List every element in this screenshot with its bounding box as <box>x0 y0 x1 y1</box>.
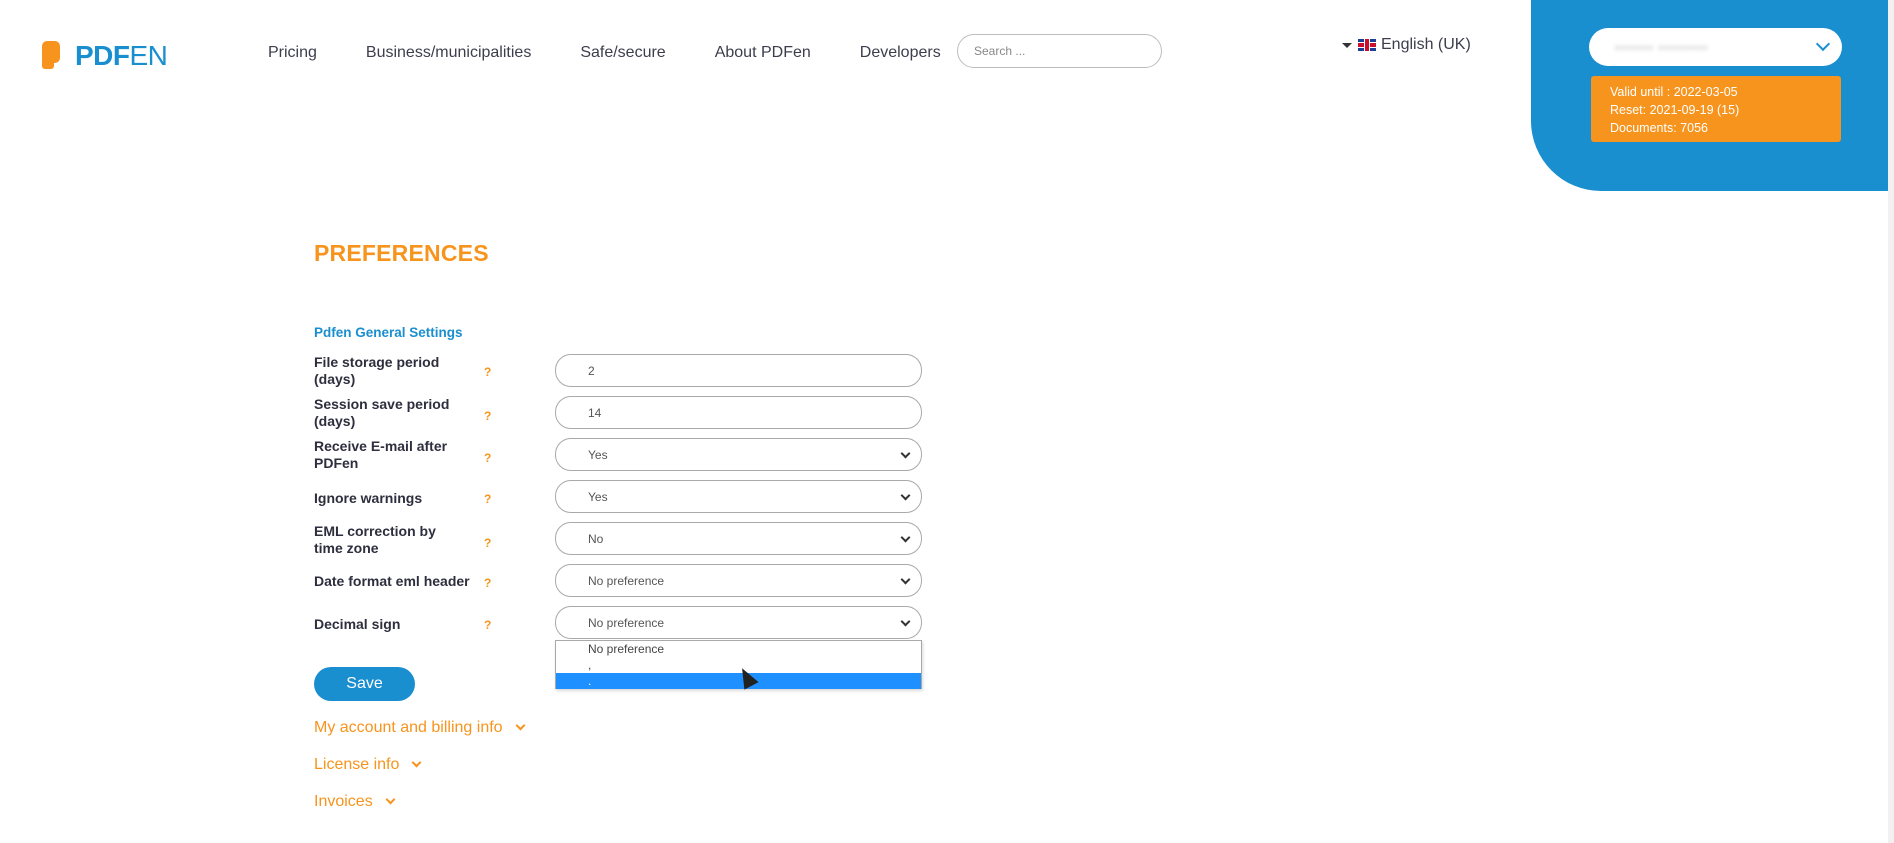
session-save-input[interactable]: 14 <box>555 396 922 429</box>
language-label: English (UK) <box>1381 36 1471 53</box>
setting-label: Ignore warnings <box>314 490 423 506</box>
help-icon[interactable]: ? <box>484 365 491 379</box>
decimal-sign-select[interactable]: No preference <box>555 606 922 639</box>
setting-label: Date format eml header <box>314 573 470 589</box>
setting-row-session-save: Session save period (days) ? 14 <box>314 396 924 430</box>
chevron-down-icon <box>515 720 526 731</box>
setting-row-eml-correction: EML correction by time zone ? No <box>314 522 924 556</box>
pdfen-logo[interactable]: PDFEN <box>42 36 168 76</box>
help-icon[interactable]: ? <box>484 618 491 632</box>
chevron-down-icon <box>1815 36 1831 52</box>
setting-label: EML correction by time zone <box>314 523 436 556</box>
account-panel: ••••••• ••••••••• Valid until : 2022-03-… <box>1531 0 1894 191</box>
select-arrow-icon <box>900 448 911 459</box>
setting-row-file-storage: File storage period (days) ? 2 <box>314 354 924 388</box>
dropdown-option[interactable]: No preference <box>556 641 921 657</box>
ignore-warnings-select[interactable]: Yes <box>555 480 922 513</box>
logo-mark-icon <box>42 41 72 71</box>
file-storage-input[interactable]: 2 <box>555 354 922 387</box>
reset-text: Reset: 2021-09-19 (15) <box>1610 103 1740 117</box>
setting-label: File storage period (days) <box>314 354 440 387</box>
nav-pricing[interactable]: Pricing <box>268 44 317 62</box>
nav-about[interactable]: About PDFen <box>715 44 811 62</box>
account-select[interactable]: ••••••• ••••••••• <box>1589 28 1842 66</box>
main-nav: Pricing Business/municipalities Safe/sec… <box>268 44 990 62</box>
account-name: ••••••• ••••••••• <box>1615 39 1709 55</box>
documents-count-text: Documents: 7056 <box>1610 121 1708 135</box>
help-icon[interactable]: ? <box>484 451 491 465</box>
account-billing-link[interactable]: My account and billing info <box>314 719 526 737</box>
license-info-link[interactable]: License info <box>314 756 422 774</box>
select-arrow-icon <box>900 574 911 585</box>
chevron-down-icon <box>411 757 422 768</box>
nav-safe-secure[interactable]: Safe/secure <box>580 44 665 62</box>
page-title: PREFERENCES <box>314 240 489 266</box>
select-arrow-icon <box>900 616 911 627</box>
setting-row-decimal-sign: Decimal sign ? No preference <box>314 606 924 640</box>
receive-email-select[interactable]: Yes <box>555 438 922 471</box>
section-title: Pdfen General Settings <box>314 325 463 340</box>
setting-label: Receive E-mail after PDFen <box>314 438 448 471</box>
setting-row-receive-email: Receive E-mail after PDFen ? Yes <box>314 438 924 472</box>
uk-flag-icon <box>1358 39 1376 51</box>
setting-row-ignore-warnings: Ignore warnings ? Yes <box>314 480 924 514</box>
nav-business[interactable]: Business/municipalities <box>366 44 531 62</box>
account-info-box: Valid until : 2022-03-05 Reset: 2021-09-… <box>1591 76 1841 142</box>
caret-down-icon <box>1342 42 1352 48</box>
save-button[interactable]: Save <box>314 667 415 701</box>
search-input[interactable] <box>957 34 1162 68</box>
setting-label: Decimal sign <box>314 616 401 632</box>
chevron-down-icon <box>385 794 396 805</box>
decimal-sign-options: No preference , . <box>555 640 922 689</box>
logo-text: PDFEN <box>75 40 168 71</box>
select-arrow-icon <box>900 490 911 501</box>
nav-developers[interactable]: Developers <box>860 44 941 62</box>
eml-correction-select[interactable]: No <box>555 522 922 555</box>
setting-label: Session save period (days) <box>314 396 450 429</box>
help-icon[interactable]: ? <box>484 492 491 506</box>
valid-until-text: Valid until : 2022-03-05 <box>1610 85 1738 99</box>
help-icon[interactable]: ? <box>484 409 491 423</box>
scrollbar[interactable] <box>1888 0 1894 843</box>
invoices-link[interactable]: Invoices <box>314 793 396 811</box>
language-selector[interactable]: English (UK) <box>1342 36 1471 54</box>
setting-row-date-format: Date format eml header ? No preference <box>314 564 924 598</box>
help-icon[interactable]: ? <box>484 536 491 550</box>
help-icon[interactable]: ? <box>484 576 491 590</box>
select-arrow-icon <box>900 532 911 543</box>
date-format-select[interactable]: No preference <box>555 564 922 597</box>
